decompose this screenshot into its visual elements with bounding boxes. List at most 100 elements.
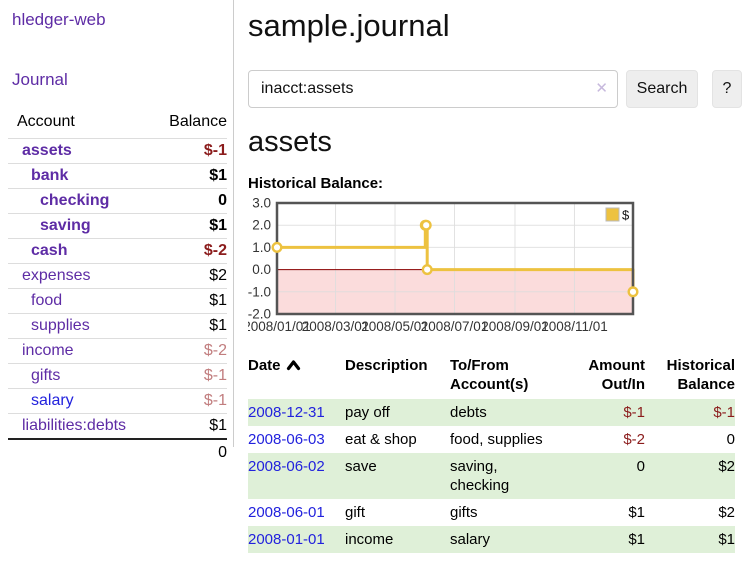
x-axis-tick-label: 2008/09/01 xyxy=(481,319,549,334)
accounts-cell: debts xyxy=(450,399,562,426)
account-balance: $-1 xyxy=(204,142,227,160)
account-row: salary$-1 xyxy=(8,388,227,413)
description-cell: gift xyxy=(345,499,450,526)
legend-label: $ xyxy=(622,208,630,223)
account-balance: $-2 xyxy=(204,242,227,260)
column-header-label: Description xyxy=(345,357,428,374)
amount-cell: 0 xyxy=(562,453,645,499)
transaction-date-link[interactable]: 2008-06-02 xyxy=(248,458,325,475)
app-title-link[interactable]: hledger-web xyxy=(12,10,233,30)
balance-cell: $1 xyxy=(645,526,735,553)
accounts-cell: saving, checking xyxy=(450,453,562,499)
data-point-marker xyxy=(273,243,282,252)
y-axis-tick-label: 2.0 xyxy=(252,218,271,233)
account-link[interactable]: bank xyxy=(8,167,68,185)
description-cell: eat & shop xyxy=(345,426,450,453)
transaction-date-link[interactable]: 2008-06-01 xyxy=(248,504,325,521)
column-header-to-from-account-s: To/From Account(s) xyxy=(450,352,562,399)
account-row: food $1 xyxy=(8,288,227,313)
column-header-label: Date xyxy=(248,357,281,374)
y-axis-tick-label: 0.0 xyxy=(252,262,271,277)
data-point-marker xyxy=(629,288,638,297)
account-balance: $1 xyxy=(209,417,227,435)
sidebar: hledger-web Journal Account Balance asse… xyxy=(0,0,233,466)
x-axis-tick-label: 2008/07/01 xyxy=(421,319,489,334)
accounts-cell: gifts xyxy=(450,499,562,526)
search-bar: ✕ Search ? xyxy=(248,70,742,108)
column-header-historical-balance: Historical Balance xyxy=(645,352,735,399)
account-link[interactable]: checking xyxy=(8,192,109,210)
sidebar-divider xyxy=(233,0,234,447)
register-row: 2008-06-01giftgifts$1$2 xyxy=(248,499,735,526)
accounts-cell: salary xyxy=(450,526,562,553)
account-row: gifts $-1 xyxy=(8,363,227,388)
account-link[interactable]: assets xyxy=(8,142,72,160)
column-header-label: To/From Account(s) xyxy=(450,357,528,393)
date-cell: 2008-06-01 xyxy=(248,499,345,526)
transaction-date-link[interactable]: 2008-06-03 xyxy=(248,431,325,448)
amount-cell: $1 xyxy=(562,499,645,526)
legend-color-swatch xyxy=(606,208,619,221)
account-row: bank $1 xyxy=(8,163,227,188)
sidebar-item-journal[interactable]: Journal xyxy=(12,70,233,90)
register-row: 2008-06-02savesaving, checking0$2 xyxy=(248,453,735,499)
transaction-date-link[interactable]: 2008-01-01 xyxy=(248,531,325,548)
account-row: liabilities:debts $1 xyxy=(8,413,227,438)
clear-search-icon[interactable]: ✕ xyxy=(595,79,608,99)
search-input[interactable] xyxy=(248,70,618,108)
account-balance: $-2 xyxy=(204,342,227,360)
main-content: sample.journal ✕ Search ? assets Histori… xyxy=(248,0,742,553)
x-axis-tick-label: 2008/05/01 xyxy=(361,319,429,334)
search-button[interactable]: Search xyxy=(626,70,698,108)
description-cell: income xyxy=(345,526,450,553)
accounts-table: Account Balance assets$-1bank$1checking0… xyxy=(8,108,227,466)
sort-ascending-icon xyxy=(286,359,301,371)
account-link[interactable]: income xyxy=(8,342,74,360)
account-row: saving $1 xyxy=(8,213,227,238)
data-point-marker xyxy=(423,265,432,274)
account-row: income $-2 xyxy=(8,338,227,363)
account-row: supplies $1 xyxy=(8,313,227,338)
chart-legend: $ xyxy=(606,208,630,223)
register-table: Date Description To/From Account(s) Amount … xyxy=(248,352,735,553)
account-row: cash $-2 xyxy=(8,238,227,263)
y-axis-tick-label: 3.0 xyxy=(252,196,271,211)
account-link[interactable]: liabilities:debts xyxy=(8,417,126,435)
column-header-date[interactable]: Date xyxy=(248,352,345,399)
account-balance: $2 xyxy=(209,267,227,285)
account-link[interactable]: gifts xyxy=(8,367,60,385)
page-title: sample.journal xyxy=(248,8,742,44)
help-button[interactable]: ? xyxy=(712,70,742,108)
total-balance: 0 xyxy=(218,444,227,461)
accounts-cell: food, supplies xyxy=(450,426,562,453)
account-balance: $1 xyxy=(209,317,227,335)
account-balance: $-1 xyxy=(204,367,227,385)
account-balance: $1 xyxy=(209,217,227,235)
account-row: assets $-1 xyxy=(8,138,227,163)
date-cell: 2008-06-02 xyxy=(248,453,345,499)
description-cell: save xyxy=(345,453,450,499)
amount-cell: $-2 xyxy=(562,426,645,453)
account-balance: $1 xyxy=(209,292,227,310)
account-row: expenses $2 xyxy=(8,263,227,288)
account-balance: $1 xyxy=(209,167,227,185)
account-link[interactable]: salary xyxy=(8,392,74,410)
column-header-label: Historical Balance xyxy=(667,357,735,393)
historical-balance-chart: 3.02.01.00.0-1.0-2.02008/01/012008/03/01… xyxy=(248,196,742,336)
account-link[interactable]: food xyxy=(8,292,62,310)
description-cell: pay off xyxy=(345,399,450,426)
column-header-amount-out-in: Amount Out/In xyxy=(562,352,645,399)
account-link[interactable]: expenses xyxy=(8,267,91,285)
amount-cell: $1 xyxy=(562,526,645,553)
data-point-marker xyxy=(422,221,431,230)
account-link[interactable]: cash xyxy=(8,242,67,260)
balance-cell: $-1 xyxy=(645,399,735,426)
account-link[interactable]: saving xyxy=(8,217,91,235)
account-link[interactable]: supplies xyxy=(8,317,90,335)
date-cell: 2008-12-31 xyxy=(248,399,345,426)
column-header-description: Description xyxy=(345,352,450,399)
account-row: checking0 xyxy=(8,188,227,213)
transaction-date-link[interactable]: 2008-12-31 xyxy=(248,404,325,421)
account-column-header: Account xyxy=(17,113,75,131)
balance-chart-svg: 3.02.01.00.0-1.0-2.02008/01/012008/03/01… xyxy=(248,196,640,336)
